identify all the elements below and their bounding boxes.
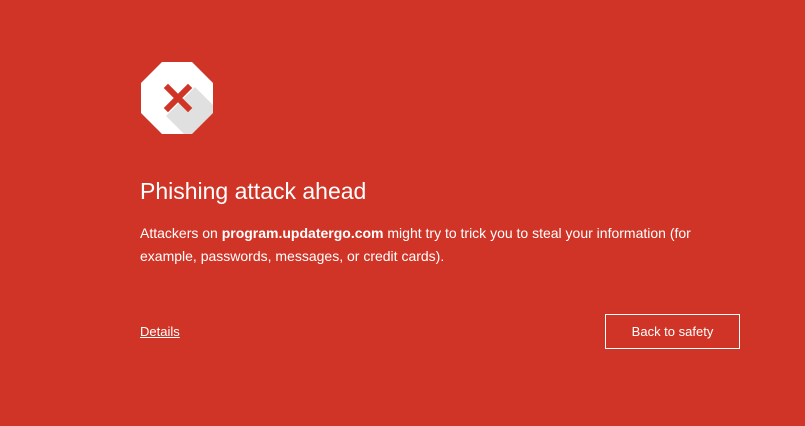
page-title: Phishing attack ahead: [140, 178, 367, 204]
back-to-safety-button[interactable]: Back to safety: [605, 314, 740, 349]
details-link[interactable]: Details: [140, 324, 180, 340]
message-text-before: Attackers on: [140, 225, 222, 241]
site-domain: program.updatergo.com: [221, 225, 384, 241]
stop-sign-x-icon-svg: [141, 62, 213, 134]
stop-sign-x-icon: [141, 62, 213, 134]
warning-message: Attackers on program.updatergo.com might…: [140, 222, 750, 268]
